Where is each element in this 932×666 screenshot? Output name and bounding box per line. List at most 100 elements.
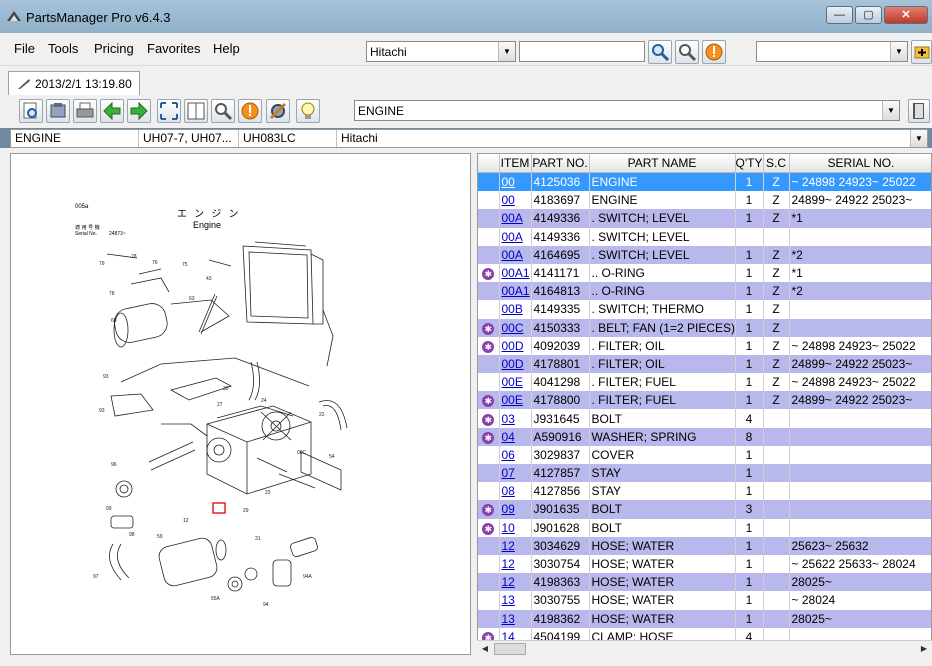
table-row[interactable]: 12 4198363 HOSE; WATER 1 28025~ — [478, 573, 931, 592]
table-row[interactable]: 00 4125036 ENGINE 1 Z ~ 24898 24923~ 25022 — [478, 172, 931, 192]
item-link[interactable]: 00D — [502, 357, 524, 371]
cell-serial: ~ 24898 24923~ 25022 — [789, 373, 931, 392]
item-link[interactable]: 00C — [502, 321, 524, 335]
alert-button[interactable] — [702, 40, 726, 64]
item-link[interactable]: 00B — [502, 302, 523, 316]
option-gear-icon[interactable]: ✱ — [482, 268, 495, 281]
item-link[interactable]: 00A — [502, 211, 523, 225]
col-part-name[interactable]: PART NAME — [589, 154, 736, 173]
item-link[interactable]: 00D — [502, 339, 524, 353]
item-link[interactable]: 13 — [502, 612, 515, 626]
parts-diagram[interactable]: 005a エ ン ジ ン Engine 適 用 号 機 Serial No. 2… — [10, 153, 471, 655]
item-link[interactable]: 08 — [502, 484, 515, 498]
table-row[interactable]: ✱ 03 J931645 BOLT 4 — [478, 409, 931, 428]
item-link[interactable]: 00 — [502, 193, 515, 207]
menu-help[interactable]: Help — [213, 41, 240, 56]
fit-view-button[interactable] — [157, 99, 181, 123]
info-alert-button[interactable] — [238, 99, 262, 123]
back-button[interactable] — [100, 99, 124, 123]
search-input[interactable] — [519, 41, 645, 62]
parts-list-button[interactable] — [46, 99, 70, 123]
col-qty[interactable]: Q'TY — [735, 154, 764, 173]
item-link[interactable]: 00A1 — [502, 266, 530, 280]
split-view-button[interactable] — [184, 99, 208, 123]
close-button[interactable]: ✕ — [884, 6, 928, 24]
scroll-thumb[interactable] — [494, 643, 526, 655]
item-link[interactable]: 12 — [502, 539, 515, 553]
favorites-select[interactable]: ▼ — [756, 41, 908, 62]
item-link[interactable]: 09 — [502, 502, 515, 516]
table-row[interactable]: ✱ 09 J901635 BOLT 3 — [478, 500, 931, 519]
col-sc[interactable]: S.C — [763, 154, 790, 173]
item-link[interactable]: 06 — [502, 448, 515, 462]
search-button[interactable] — [648, 40, 672, 64]
table-row[interactable]: 13 4198362 HOSE; WATER 1 28025~ — [478, 609, 931, 628]
book-button[interactable] — [908, 99, 930, 123]
advanced-search-button[interactable] — [675, 40, 699, 64]
maximize-button[interactable]: ▢ — [855, 6, 882, 24]
item-link[interactable]: 12 — [502, 575, 515, 589]
forward-button[interactable] — [127, 99, 151, 123]
item-link[interactable]: 07 — [502, 466, 515, 480]
tab-history[interactable]: 2013/2/1 13:19.80 — [8, 71, 140, 95]
scroll-right-icon[interactable]: ▶ — [917, 642, 931, 655]
settings-button[interactable] — [266, 99, 290, 123]
table-row[interactable]: ✱ 00E 4178800. FILTER; FUEL 1 Z 24899~ 24922 … — [478, 391, 931, 410]
table-row[interactable]: 00A 4149336. SWITCH; LEVEL — [478, 227, 931, 246]
tips-button[interactable] — [296, 99, 320, 123]
option-gear-icon[interactable]: ✱ — [482, 395, 495, 408]
item-link[interactable]: 10 — [502, 521, 515, 535]
table-row[interactable]: 00D 4178801. FILTER; OIL 1 Z 24899~ 24922 25… — [478, 354, 931, 374]
table-row[interactable]: 00E 4041298. FILTER; FUEL 1 Z ~ 24898 24923~… — [478, 373, 931, 392]
table-row[interactable]: ✱ 10 J901628 BOLT 1 — [478, 518, 931, 537]
table-row[interactable]: 13 3030755 HOSE; WATER 1 ~ 28024 — [478, 591, 931, 610]
print-button[interactable] — [73, 99, 97, 123]
item-link[interactable]: 00E — [502, 393, 523, 407]
table-row[interactable]: ✱ 04 A590916 WASHER; SPRING 8 — [478, 427, 931, 446]
menu-file[interactable]: File — [14, 41, 35, 56]
add-favorite-button[interactable] — [911, 40, 932, 64]
option-gear-icon[interactable]: ✱ — [482, 504, 495, 517]
option-gear-icon[interactable]: ✱ — [482, 322, 495, 335]
table-row[interactable]: 12 3030754 HOSE; WATER 1 ~ 25622 25633~ 2802… — [478, 554, 931, 574]
horizontal-scrollbar[interactable]: ◀ ▶ — [477, 640, 932, 655]
table-row[interactable]: ✱ 00C 4150333. BELT; FAN (1=2 PIECES) 1 Z — [478, 318, 931, 337]
item-link[interactable]: 03 — [502, 412, 515, 426]
table-row[interactable]: 00A 4149336. SWITCH; LEVEL 1 Z *1 — [478, 209, 931, 228]
option-gear-icon[interactable]: ✱ — [482, 340, 495, 353]
item-link[interactable]: 12 — [502, 557, 515, 571]
table-row[interactable]: 08 4127856 STAY 1 — [478, 482, 931, 501]
zoom-button[interactable] — [211, 99, 235, 123]
table-row[interactable]: 00 4183697 ENGINE 1 Z 24899~ 24922 25023~ — [478, 191, 931, 210]
table-row[interactable]: ✱ 00D 4092039. FILTER; OIL 1 Z ~ 24898 24923~… — [478, 336, 931, 355]
table-row[interactable]: 06 3029837 COVER 1 — [478, 445, 931, 464]
chevron-down-icon[interactable]: ▼ — [910, 130, 927, 147]
table-row[interactable]: 00B 4149335. SWITCH; THERMO 1 Z — [478, 300, 931, 319]
menu-favorites[interactable]: Favorites — [147, 41, 200, 56]
item-link[interactable]: 00A1 — [502, 284, 530, 298]
item-link[interactable]: 00E — [502, 375, 523, 389]
table-row[interactable]: 07 4127857 STAY 1 — [478, 464, 931, 483]
maker-select[interactable]: Hitachi ▼ — [366, 41, 516, 62]
table-row[interactable]: ✱ 00A1 4141171.. O-RING 1 Z *1 — [478, 263, 931, 283]
col-part-no[interactable]: PART NO. — [531, 154, 590, 173]
item-link[interactable]: 04 — [502, 430, 515, 444]
item-link[interactable]: 00A — [502, 248, 523, 262]
option-gear-icon[interactable]: ✱ — [482, 431, 495, 444]
item-link[interactable]: 00 — [502, 175, 515, 189]
option-gear-icon[interactable]: ✱ — [482, 522, 495, 535]
minimize-button[interactable]: — — [826, 6, 853, 24]
col-serial-no[interactable]: SERIAL NO. — [789, 154, 931, 173]
table-row[interactable]: 00A1 4164813.. O-RING 1 Z *2 — [478, 282, 931, 301]
col-item[interactable]: ITEM — [499, 154, 532, 173]
menu-tools[interactable]: Tools — [48, 41, 78, 56]
item-link[interactable]: 13 — [502, 593, 515, 607]
menu-pricing[interactable]: Pricing — [94, 41, 134, 56]
table-row[interactable]: 12 3034629 HOSE; WATER 1 25623~ 25632 — [478, 536, 931, 555]
table-row[interactable]: 00A 4164695. SWITCH; LEVEL 1 Z *2 — [478, 245, 931, 264]
scroll-left-icon[interactable]: ◀ — [478, 642, 492, 655]
section-select[interactable]: ENGINE ▼ — [354, 100, 900, 121]
option-gear-icon[interactable]: ✱ — [482, 413, 495, 426]
catalog-search-button[interactable] — [19, 99, 43, 123]
item-link[interactable]: 00A — [502, 230, 523, 244]
